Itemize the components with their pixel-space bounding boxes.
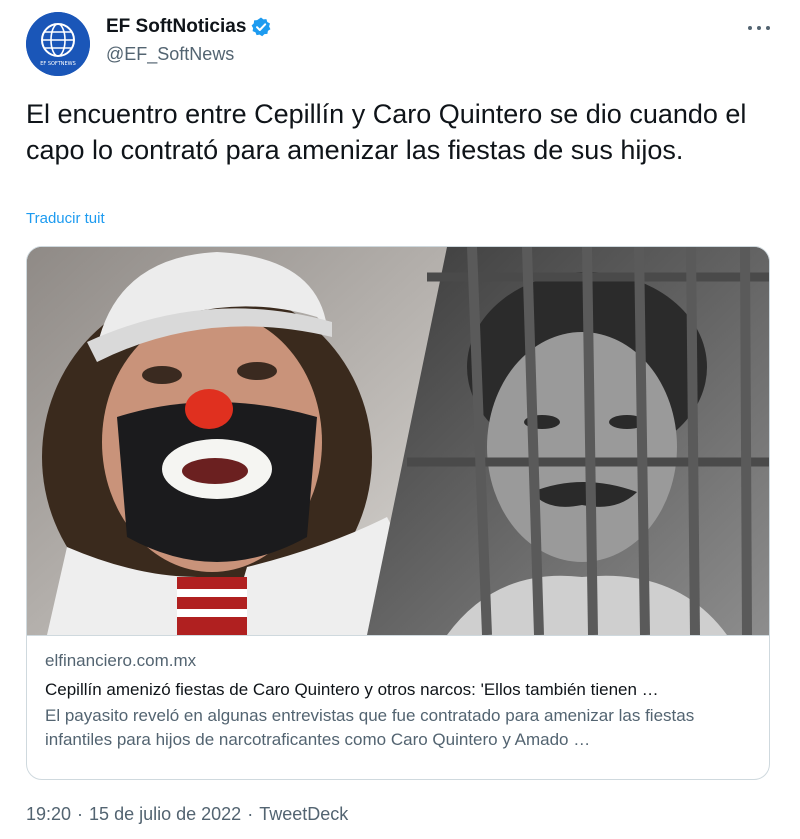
card-title: Cepillín amenizó fiestas de Caro Quinter… (45, 680, 659, 699)
verified-badge-icon (250, 16, 272, 38)
card-body[interactable]: elfinanciero.com.mx Cepillín amenizó fie… (27, 635, 769, 779)
tweet-source[interactable]: TweetDeck (259, 804, 348, 825)
globe-logo-icon: EF SOFTNEWS (26, 12, 90, 76)
translate-tweet-link[interactable]: Traducir tuit (26, 210, 105, 227)
separator: · (77, 804, 84, 824)
card-description: El payasito reveló en algunas entrevista… (45, 706, 695, 749)
separator: · (247, 804, 254, 824)
tweet-time[interactable]: 19:20 (26, 804, 71, 825)
avatar-text: EF SOFTNEWS (40, 61, 76, 67)
tweet-date[interactable]: 15 de julio de 2022 (89, 804, 241, 825)
tweet-metadata: 19:20 · 15 de julio de 2022 · TweetDeck (26, 804, 348, 825)
card-image[interactable] (27, 247, 769, 635)
link-card[interactable]: elfinanciero.com.mx Cepillín amenizó fie… (26, 246, 770, 780)
author-name-row: EF SoftNoticias (106, 16, 272, 38)
author-avatar[interactable]: EF SOFTNEWS (26, 12, 90, 76)
card-domain: elfinanciero.com.mx (45, 651, 197, 670)
more-options-icon[interactable] (744, 18, 774, 38)
tweet: EF SOFTNEWS EF SoftNoticias @EF_SoftNews… (0, 0, 800, 839)
tweet-text: El encuentro entre Cepillín y Caro Quint… (26, 99, 747, 165)
author-handle[interactable]: @EF_SoftNews (106, 44, 234, 65)
author-display-name[interactable]: EF SoftNoticias (106, 16, 246, 38)
card-photo (27, 247, 769, 635)
